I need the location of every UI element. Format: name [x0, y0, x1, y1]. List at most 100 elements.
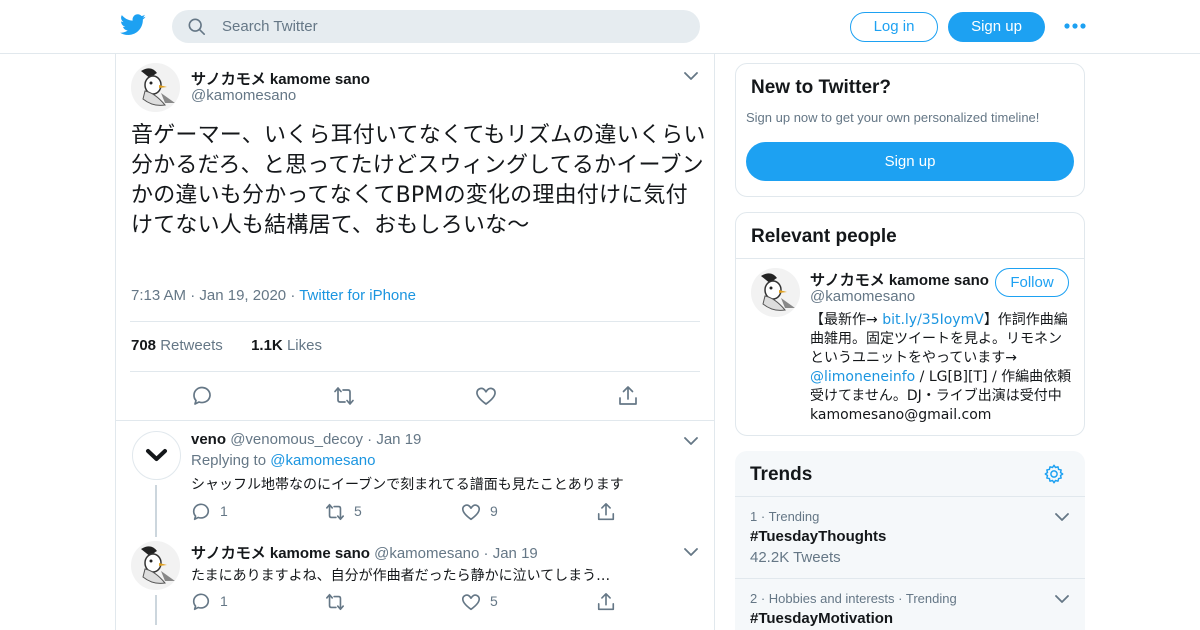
divider	[116, 420, 714, 421]
replying-to-link[interactable]: @kamomesano	[270, 452, 375, 469]
thread-line	[155, 595, 157, 625]
tweet-author-handle[interactable]: @kamomesano	[191, 87, 296, 104]
reply-header: サノカモメ kamome sano @kamomesano · Jan 19	[191, 542, 538, 563]
like-action[interactable]: 5	[461, 592, 511, 612]
chevron-down-icon[interactable]	[1055, 594, 1069, 604]
trend-name[interactable]: #TuesdayThoughts	[750, 528, 886, 545]
trend-tweet-count: 42.2K Tweets	[750, 549, 841, 566]
bio-link[interactable]: bit.ly/35IoymV	[882, 312, 984, 328]
chevron-down-icon[interactable]	[684, 547, 698, 557]
reply-count: 1	[220, 593, 228, 609]
login-button[interactable]: Log in	[850, 12, 938, 42]
avatar[interactable]	[131, 63, 180, 112]
card-title: New to Twitter?	[751, 77, 892, 98]
retweets-count: 708	[131, 337, 157, 354]
chevron-down-icon[interactable]	[684, 436, 698, 446]
retweets-stat[interactable]: 708 Retweets	[131, 337, 223, 354]
bio-text: 【最新作→	[810, 312, 883, 328]
person-name[interactable]: サノカモメ kamome sano	[810, 269, 989, 290]
share-icon	[597, 503, 615, 521]
divider	[130, 321, 700, 322]
separator: ·	[190, 287, 200, 304]
likes-count: 1.1K	[251, 337, 283, 354]
new-to-twitter-card: New to Twitter? Sign up now to get your …	[735, 63, 1085, 197]
tweet-date[interactable]: Jan 19, 2020	[199, 287, 286, 304]
separator: ·	[290, 287, 300, 304]
reply-author-handle[interactable]: @venomous_decoy	[230, 431, 363, 448]
search-icon	[188, 18, 206, 36]
reply-icon	[192, 593, 210, 611]
replying-to-label: Replying to	[191, 452, 267, 469]
reply-author-name[interactable]: サノカモメ kamome sano	[191, 545, 370, 562]
thread-line	[155, 485, 157, 537]
trend-rank: 2	[750, 591, 758, 606]
signup-button[interactable]: Sign up	[948, 12, 1045, 42]
reply-text: たまにありますよね、自分が作曲者だったら静かに泣いてしまう…	[191, 568, 611, 584]
avatar[interactable]	[132, 431, 181, 480]
like-count: 5	[490, 593, 498, 609]
share-action[interactable]	[596, 502, 618, 522]
card-title: Relevant people	[751, 226, 897, 247]
sidebar-signup-button[interactable]: Sign up	[746, 142, 1074, 181]
trend-item[interactable]: 1 · Trending #TuesdayThoughts 42.2K Twee…	[735, 496, 1085, 578]
trend-category: Hobbies and interests · Trending	[768, 591, 957, 606]
tweet-stats: 708 Retweets 1.1K Likes	[131, 337, 322, 354]
retweet-action[interactable]	[325, 592, 375, 612]
heart-icon[interactable]	[475, 385, 497, 407]
tweet-time[interactable]: 7:13 AM	[131, 287, 186, 304]
retweet-icon[interactable]	[333, 385, 355, 407]
divider	[130, 371, 700, 372]
avatar[interactable]	[131, 541, 180, 590]
chevron-down-icon[interactable]	[1055, 512, 1069, 522]
follow-button[interactable]: Follow	[995, 268, 1069, 297]
relevant-people-card: Relevant people サノカモメ kamome sano @kamom…	[735, 212, 1085, 436]
reply-header: veno @venomous_decoy · Jan 19	[191, 431, 421, 448]
retweet-icon	[326, 503, 344, 521]
reply-icon[interactable]	[191, 385, 213, 407]
share-icon[interactable]	[617, 385, 639, 407]
reply-author-name[interactable]: veno	[191, 431, 226, 448]
like-action[interactable]: 9	[461, 502, 511, 522]
avatar[interactable]	[751, 268, 800, 317]
reply-date[interactable]: Jan 19	[493, 545, 538, 562]
search-input[interactable]	[222, 10, 682, 43]
share-action[interactable]	[596, 592, 618, 612]
tweet-thread-column: サノカモメ kamome sano @kamomesano 音ゲーマー、いくら耳…	[115, 54, 715, 630]
trend-rank: 1	[750, 509, 758, 524]
retweet-action[interactable]: 5	[325, 502, 375, 522]
retweet-icon	[326, 593, 344, 611]
chevron-down-icon[interactable]	[684, 71, 698, 81]
bio-mention-link[interactable]: @limoneneinfo	[810, 369, 915, 385]
trend-category: Trending	[768, 509, 820, 524]
separator: ·	[367, 431, 377, 448]
share-icon	[597, 593, 615, 611]
tweet-timestamp: 7:13 AM · Jan 19, 2020 · Twitter for iPh…	[131, 287, 416, 304]
reply-date[interactable]: Jan 19	[376, 431, 421, 448]
tweet-source-link[interactable]: Twitter for iPhone	[299, 287, 416, 304]
retweet-count: 5	[354, 503, 362, 519]
trend-meta: 2 · Hobbies and interests · Trending	[750, 591, 957, 606]
gear-icon[interactable]	[1043, 463, 1065, 485]
trend-item[interactable]: 2 · Hobbies and interests · Trending #Tu…	[735, 578, 1085, 630]
likes-label: Likes	[286, 337, 322, 354]
person-bio: 【最新作→ bit.ly/35IoymV】作詞作曲編曲雑用。固定ツイートを見よ。…	[810, 311, 1075, 425]
likes-stat[interactable]: 1.1K Likes	[251, 337, 322, 354]
seagull-avatar-image	[131, 541, 180, 590]
seagull-avatar-image	[751, 268, 800, 317]
card-title: Trends	[750, 464, 813, 485]
seagull-avatar-image	[131, 63, 180, 112]
reply-action[interactable]: 1	[191, 502, 231, 522]
reply-count: 1	[220, 503, 228, 519]
tweet-author-name[interactable]: サノカモメ kamome sano	[191, 68, 370, 89]
twitter-bird-icon[interactable]	[120, 14, 146, 36]
more-dots-icon[interactable]	[1062, 18, 1088, 34]
reply-action[interactable]: 1	[191, 592, 231, 612]
retweets-label: Retweets	[160, 337, 223, 354]
card-subtitle: Sign up now to get your own personalized…	[746, 110, 1040, 125]
chevron-down-icon	[146, 449, 167, 461]
heart-icon	[461, 594, 481, 611]
person-handle[interactable]: @kamomesano	[810, 288, 915, 305]
search-box[interactable]	[172, 10, 700, 43]
reply-author-handle[interactable]: @kamomesano	[374, 545, 479, 562]
trend-name[interactable]: #TuesdayMotivation	[750, 610, 893, 627]
